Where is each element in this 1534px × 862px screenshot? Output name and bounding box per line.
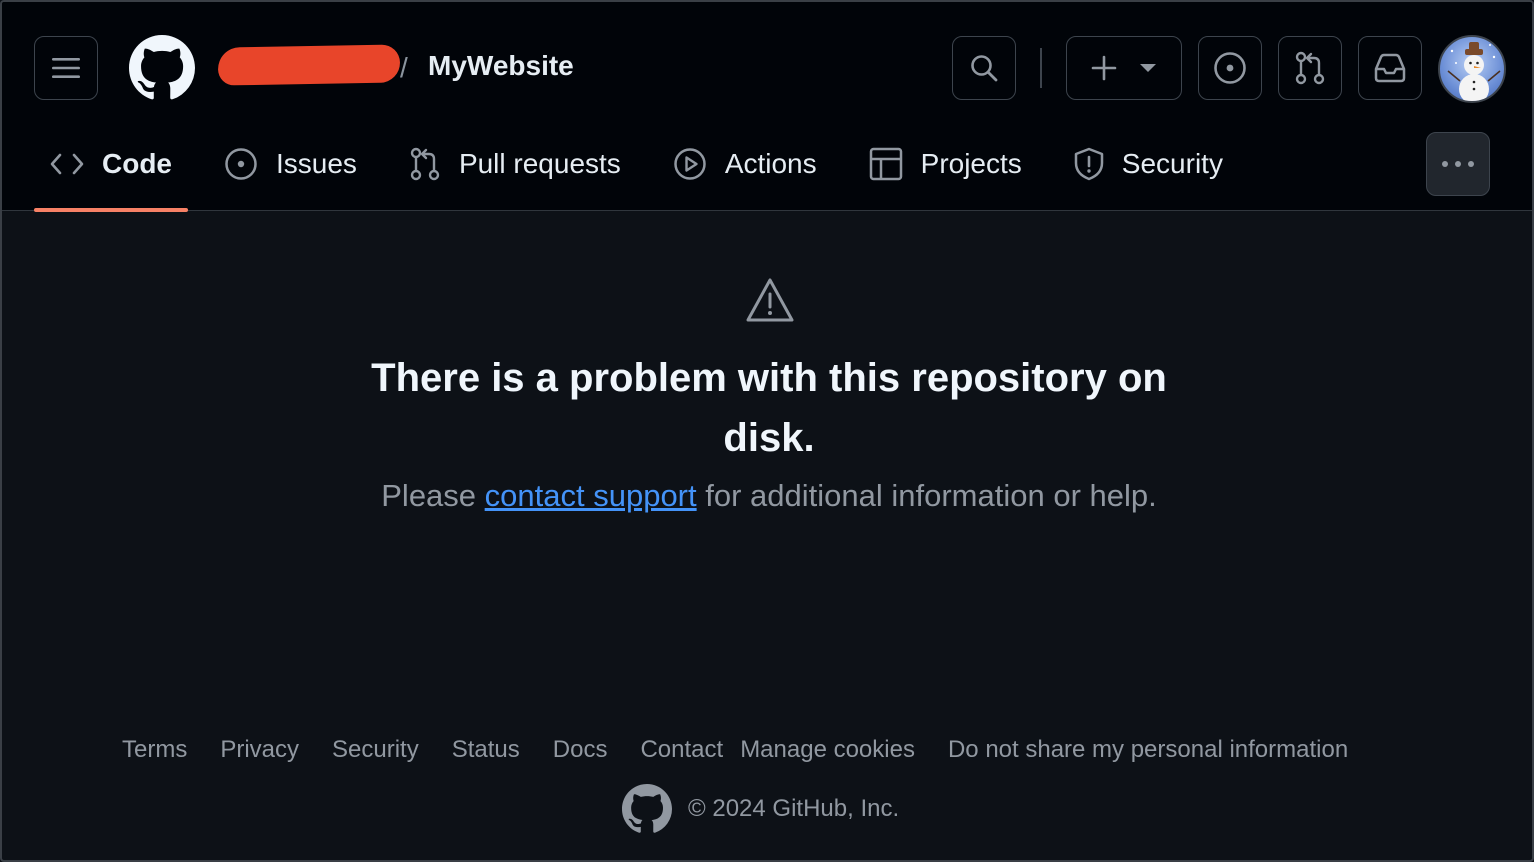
issues-button[interactable] [1198, 36, 1262, 100]
page-frame: / MyWebsite Code Issues Pull requests Ac… [0, 0, 1534, 862]
tab-pull-requests[interactable]: Pull requests [393, 132, 637, 196]
pull-requests-button[interactable] [1278, 36, 1342, 100]
repo-header: / MyWebsite Code Issues Pull requests Ac… [2, 2, 1532, 212]
footer-link-contact[interactable]: Contact [640, 736, 723, 764]
search-button[interactable] [952, 36, 1016, 100]
tab-label: Projects [920, 148, 1022, 179]
tab-label: Security [1121, 148, 1223, 179]
tab-issues[interactable]: Issues [208, 132, 373, 196]
table-icon [869, 147, 902, 181]
message-suffix: for additional information or help. [696, 478, 1157, 513]
github-logo-icon[interactable] [129, 35, 195, 101]
create-new-button[interactable] [1066, 36, 1182, 100]
alert-icon [746, 278, 794, 322]
tab-label: Pull requests [458, 148, 621, 179]
play-icon [674, 148, 706, 180]
repo-name-link[interactable]: MyWebsite [428, 50, 574, 82]
git-pull-request-icon [1295, 51, 1325, 85]
footer-copyright: © 2024 GitHub, Inc. [622, 784, 899, 834]
tab-actions[interactable]: Actions [657, 132, 833, 196]
kebab-horizontal-icon [1442, 161, 1474, 167]
menu-button[interactable] [34, 36, 98, 100]
code-icon [50, 153, 84, 175]
redacted-owner-name [217, 44, 401, 86]
plus-icon [1091, 55, 1117, 81]
error-message: Please contact support for additional in… [269, 478, 1269, 514]
shield-icon [1074, 147, 1104, 181]
snowman-avatar-image [1447, 42, 1501, 101]
triangle-down-icon [1140, 64, 1156, 72]
github-mark-icon[interactable] [622, 784, 672, 834]
inbox-button[interactable] [1358, 36, 1422, 100]
footer-link-security[interactable]: Security [332, 736, 419, 764]
more-tabs-button[interactable] [1426, 132, 1490, 196]
tab-code[interactable]: Code [34, 132, 188, 212]
footer-link-do-not-share[interactable]: Do not share my personal information [948, 736, 1348, 764]
copyright-text: © 2024 GitHub, Inc. [688, 795, 900, 822]
hamburger-icon [52, 58, 80, 78]
footer-links: Terms Privacy Security Status Docs Conta… [122, 736, 1348, 764]
footer-link-status[interactable]: Status [452, 736, 520, 764]
footer-link-docs[interactable]: Docs [553, 736, 608, 764]
footer-link-manage-cookies[interactable]: Manage cookies [740, 736, 915, 764]
issue-opened-icon [1214, 52, 1246, 84]
tab-security[interactable]: Security [1058, 132, 1239, 196]
tab-label: Code [102, 148, 172, 179]
search-icon [971, 55, 998, 82]
tab-projects[interactable]: Projects [853, 132, 1038, 196]
footer-link-privacy[interactable]: Privacy [220, 736, 299, 764]
tab-label: Actions [724, 148, 817, 179]
repo-tabs: Code Issues Pull requests Actions Projec… [34, 132, 1259, 212]
inbox-icon [1374, 53, 1406, 83]
git-pull-request-icon [410, 147, 440, 181]
breadcrumb-separator: / [400, 52, 408, 83]
footer-link-terms[interactable]: Terms [122, 736, 187, 764]
issue-opened-icon [225, 148, 257, 180]
user-avatar[interactable] [1438, 35, 1506, 103]
tab-label: Issues [276, 148, 357, 179]
message-prefix: Please [381, 478, 485, 513]
contact-support-link[interactable]: contact support [485, 478, 697, 513]
header-divider [1040, 48, 1042, 88]
error-title: There is a problem with this repository … [371, 356, 1167, 460]
